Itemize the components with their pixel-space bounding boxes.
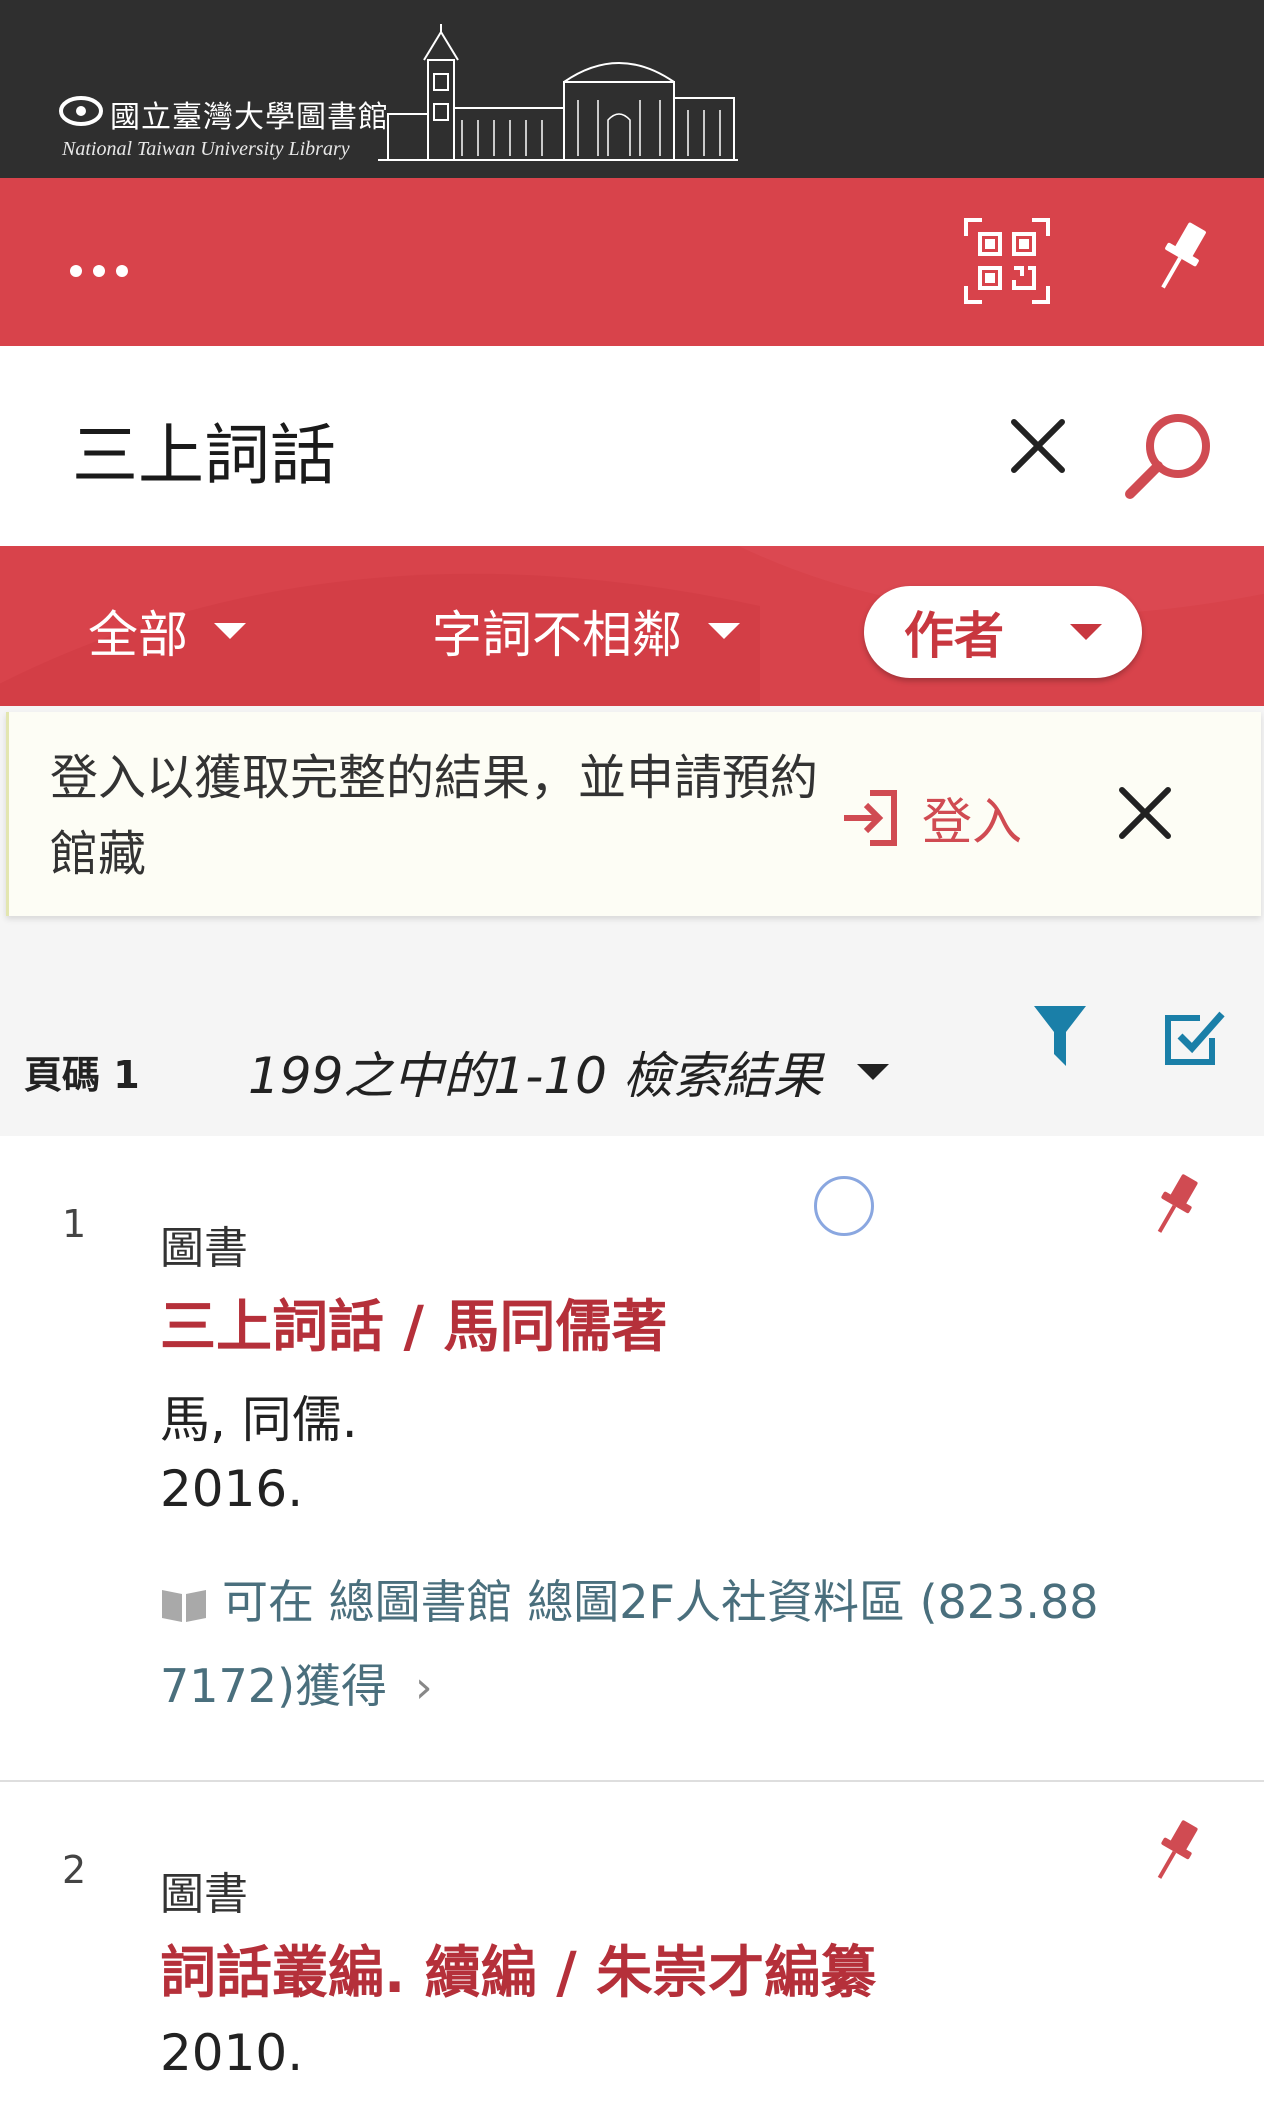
page-indicator: 頁碼 1 (24, 1053, 140, 1097)
more-menu-icon[interactable] (64, 246, 134, 296)
result-number: 2 (62, 1848, 87, 1892)
search-icon[interactable] (1120, 404, 1220, 504)
clear-search-icon[interactable] (1006, 414, 1070, 478)
scope-dropdown[interactable]: 全部 (88, 596, 246, 666)
chevron-right-icon: › (415, 1662, 433, 1713)
chevron-down-icon (214, 623, 246, 639)
login-banner-message: 登入以獲取完整的結果，並申請預約館藏 (50, 750, 819, 882)
resource-type: 圖書 (160, 1869, 248, 1920)
match-type-dropdown-label: 字詞不相鄰 (432, 606, 682, 664)
ntu-emblem-icon (59, 96, 103, 126)
availability-link[interactable]: 可在 總圖書館 總圖2F人社資料區 (823.88 7172)獲得 › (160, 1560, 1160, 1730)
login-button[interactable]: 登入 (842, 778, 1022, 858)
book-open-icon (162, 1590, 206, 1622)
logo-chinese-name: 國立臺灣大學圖書館 (110, 100, 389, 135)
library-logo[interactable]: 國立臺灣大學圖書館 National Taiwan University Lib… (58, 24, 738, 164)
result-year: 2010. (160, 2024, 304, 2082)
result-title-link[interactable]: 三上詞話 / 馬同儒著 (160, 1282, 667, 1363)
pin-icon[interactable] (1150, 1816, 1200, 1886)
funnel-icon[interactable] (1032, 1004, 1088, 1070)
field-dropdown-label: 作者 (904, 607, 1004, 665)
availability-text: 可在 總圖書館 總圖2F人社資料區 (823.88 7172)獲得 (160, 1575, 1099, 1713)
results-count-label: 199之中的1-10 檢索結果 (248, 1047, 823, 1105)
pin-icon[interactable] (1150, 218, 1210, 298)
scope-dropdown-label: 全部 (88, 606, 188, 664)
sign-in-icon (844, 790, 897, 846)
result-number: 1 (62, 1202, 87, 1246)
result-year: 2016. (160, 1460, 304, 1518)
close-banner-icon[interactable] (1116, 784, 1174, 842)
qr-code-scan-icon[interactable] (962, 216, 1052, 306)
login-button-label: 登入 (922, 793, 1022, 851)
library-header: 國立臺灣大學圖書館 National Taiwan University Lib… (0, 0, 1264, 178)
field-dropdown[interactable]: 作者 (864, 586, 1142, 678)
match-type-dropdown[interactable]: 字詞不相鄰 (432, 596, 740, 666)
checkbox-checked-icon[interactable] (1160, 1004, 1226, 1070)
loading-spinner (814, 1176, 874, 1236)
search-input[interactable] (72, 400, 932, 500)
result-title-link[interactable]: 詞話叢編. 續編 / 朱崇才編纂 (160, 1928, 876, 2009)
results-count-dropdown[interactable]: 199之中的1-10 檢索結果 (248, 1036, 889, 1108)
chevron-down-icon (708, 623, 740, 639)
result-author: 馬, 同儒. (160, 1391, 358, 1449)
library-building-illustration (378, 24, 738, 161)
chevron-down-icon (856, 1064, 889, 1080)
resource-type: 圖書 (160, 1223, 248, 1274)
chevron-down-icon (1070, 624, 1102, 640)
pin-icon[interactable] (1150, 1170, 1200, 1240)
logo-english-name: National Taiwan University Library (62, 138, 350, 160)
app-toolbar (0, 178, 1264, 346)
